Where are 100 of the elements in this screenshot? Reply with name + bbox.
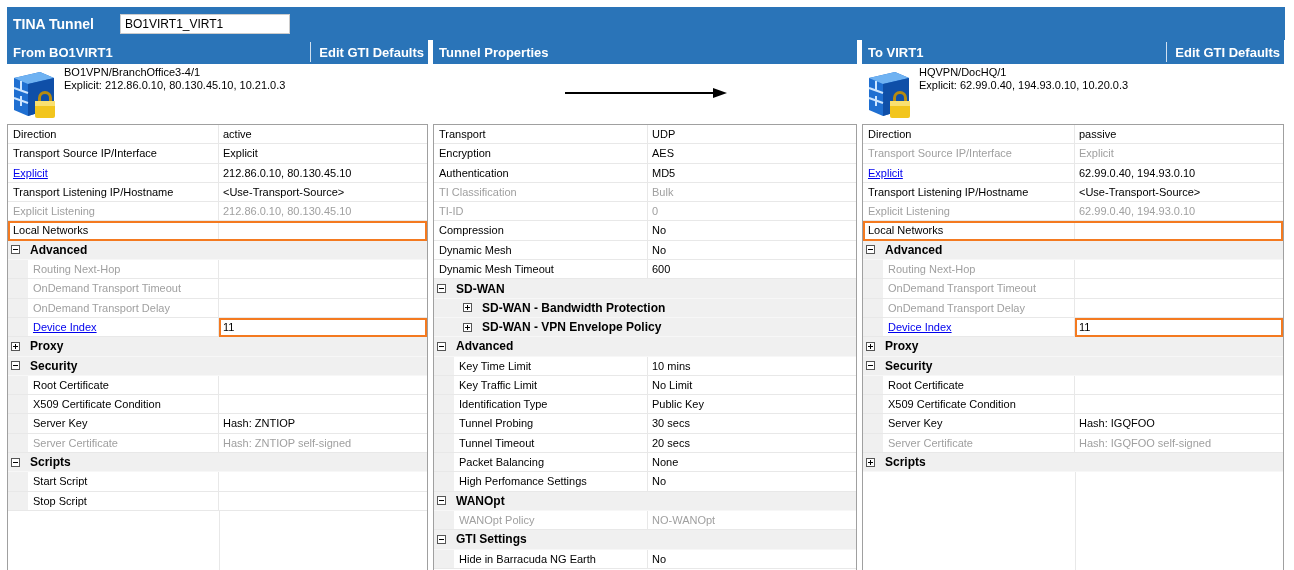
property-label: Key Time Limit: [458, 358, 532, 374]
property-label: Transport Source IP/Interface: [12, 146, 157, 162]
property-label: TI Classification: [438, 184, 517, 200]
property-label: Local Networks: [12, 223, 89, 239]
expand-icon[interactable]: [463, 322, 472, 332]
collapse-icon[interactable]: [11, 457, 20, 467]
group-label: Advanced: [30, 242, 88, 257]
property-value: Public Key: [652, 398, 704, 411]
property-label: Direction: [867, 127, 912, 142]
property-label: OnDemand Transport Delay: [887, 300, 1025, 316]
property-value: passive: [1079, 128, 1117, 140]
group-label: Proxy: [30, 339, 64, 354]
property-label: Packet Balancing: [458, 455, 544, 471]
property-value: Hash: IGQFOO: [1079, 417, 1155, 430]
property-label: X509 Certificate Condition: [32, 397, 161, 413]
group-label: WANOpt: [456, 493, 505, 508]
property-label: OnDemand Transport Timeout: [32, 281, 181, 297]
collapse-icon[interactable]: [866, 361, 875, 371]
property-value: None: [652, 456, 679, 469]
property-value: active: [223, 128, 252, 140]
property-label: Stop Script: [32, 493, 87, 509]
expand-icon[interactable]: [11, 341, 20, 351]
property-value: 600: [652, 263, 671, 276]
property-label: Compression: [438, 223, 504, 239]
property-value: 11: [219, 317, 427, 338]
tunnel-name-field[interactable]: BO1VIRT1_VIRT1: [120, 13, 290, 34]
property-value: No: [652, 552, 667, 565]
collapse-icon[interactable]: [11, 361, 20, 371]
property-label: Dynamic Mesh Timeout: [438, 262, 554, 278]
property-label: Transport: [438, 127, 486, 142]
property-label: Dynamic Mesh: [438, 242, 512, 258]
property-label: Server Key: [887, 416, 943, 432]
group-label: Security: [885, 358, 933, 373]
property-label: High Perfomance Settings: [458, 474, 587, 490]
property-label: Local Networks: [867, 223, 944, 239]
property-label: Server Certificate: [32, 435, 118, 451]
property-value: 11: [1075, 317, 1283, 338]
property-label: X509 Certificate Condition: [887, 397, 1016, 413]
property-label: Routing Next-Hop: [887, 262, 976, 278]
property-value: MD5: [652, 166, 676, 179]
expand-icon[interactable]: [463, 303, 472, 313]
collapse-icon[interactable]: [437, 496, 446, 506]
collapse-icon[interactable]: [437, 534, 446, 544]
collapse-icon[interactable]: [11, 245, 20, 255]
expand-icon[interactable]: [866, 457, 875, 467]
group-label: Security: [30, 358, 78, 373]
property-value: <Use-Transport-Source>: [1079, 185, 1201, 198]
group-label: Proxy: [885, 339, 919, 354]
expand-icon[interactable]: [866, 341, 875, 351]
property-value: 30 secs: [652, 417, 690, 430]
collapse-icon[interactable]: [437, 341, 446, 351]
panel-title: Tunnel Properties: [438, 44, 549, 60]
property-value: No: [652, 243, 667, 256]
property-label: Root Certificate: [887, 377, 964, 393]
property-label: Encryption: [438, 146, 491, 162]
property-value: No: [652, 475, 667, 488]
property-value: AES: [652, 147, 674, 160]
collapse-icon[interactable]: [866, 245, 875, 255]
property-value: 212.86.0.10, 80.130.45.10: [223, 166, 352, 179]
panel-title: To VIRT1: [867, 44, 924, 60]
property-value: No: [652, 224, 667, 237]
group-label: SD-WAN - VPN Envelope Policy: [482, 320, 662, 335]
device-address: Explicit: 62.99.0.40, 194.93.0.10, 10.20.0.3: [919, 79, 1129, 92]
property-label: TI-ID: [438, 204, 464, 220]
property-label: Routing Next-Hop: [32, 262, 121, 278]
group-label: Advanced: [456, 339, 514, 354]
group-label: Scripts: [885, 455, 926, 470]
property-label: Transport Listening IP/Hostname: [867, 184, 1029, 200]
property-label: Tunnel Timeout: [458, 435, 535, 451]
tunnel-label: TINA Tunnel: [13, 15, 95, 32]
collapse-icon[interactable]: [437, 284, 446, 293]
property-value: <Use-Transport-Source>: [223, 185, 345, 198]
group-label: GTI Settings: [456, 532, 527, 547]
property-value: 212.86.0.10, 80.130.45.10: [223, 205, 352, 218]
property-label: WANOpt Policy: [458, 512, 535, 528]
property-label: Root Certificate: [32, 377, 109, 393]
property-value: 20 secs: [652, 436, 690, 449]
device-name: HQVPN/DocHQ/1: [919, 66, 1008, 79]
property-value: 0: [652, 205, 659, 218]
property-label: Hide in Barracuda NG Earth: [458, 551, 596, 567]
property-label: Server Key: [32, 416, 88, 432]
device-name: BO1VPN/BranchOffice3-4/1: [64, 66, 202, 79]
panel-title: From BO1VIRT1: [12, 44, 113, 60]
property-value: UDP: [652, 128, 676, 140]
property-label: OnDemand Transport Timeout: [887, 281, 1036, 297]
property-value: 62.99.0.40, 194.93.0.10: [1079, 205, 1196, 218]
property-value: Hash: IGQFOO self-signed: [1079, 436, 1212, 449]
property-label: Direction: [12, 127, 57, 142]
property-label: Authentication: [438, 165, 509, 181]
property-value: Hash: ZNTIOP: [223, 417, 296, 430]
property-link[interactable]: Device Index: [33, 320, 97, 335]
property-link[interactable]: Device Index: [888, 320, 952, 335]
property-label: Explicit Listening: [12, 204, 95, 220]
property-label: Transport Listening IP/Hostname: [12, 184, 174, 200]
property-label: Identification Type: [458, 397, 548, 413]
property-label: Server Certificate: [887, 435, 973, 451]
property-link[interactable]: Explicit: [13, 165, 48, 180]
property-link[interactable]: Explicit: [868, 165, 903, 180]
property-value: NO-WANOpt: [652, 513, 716, 526]
property-value: 10 mins: [652, 359, 691, 372]
